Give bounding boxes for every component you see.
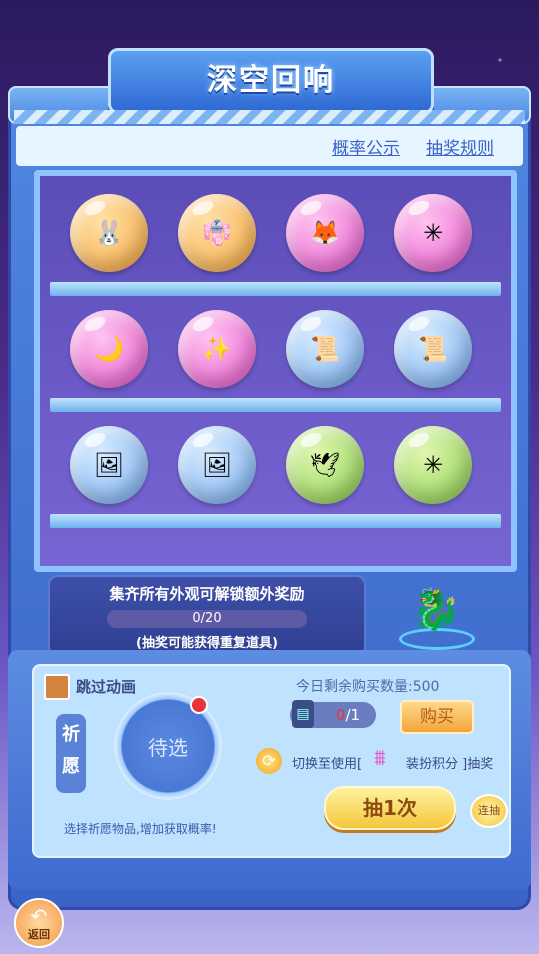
page-title: 深空回响 bbox=[207, 63, 335, 98]
ticket-count: 0/1 bbox=[320, 706, 376, 724]
prize-capsule[interactable]: 🦊 bbox=[286, 194, 364, 272]
prize-item-icon: ✨ bbox=[202, 335, 232, 363]
buy-button[interactable]: 购买 bbox=[400, 700, 474, 734]
prize-capsule[interactable]: 📜 bbox=[394, 310, 472, 388]
link-bar: 概率公示 抽奖规则 bbox=[16, 126, 523, 166]
prize-item-icon: ✳ bbox=[422, 451, 444, 479]
draw-panel: 跳过动画 祈愿 待选 选择祈愿物品,增加获取概率! 今日剩余购买数量:500 ▤… bbox=[8, 650, 531, 890]
prize-item-icon: 🦊 bbox=[310, 219, 340, 247]
switch-suffix: 装扮积分 ]抽奖 bbox=[406, 757, 494, 772]
prize-item-icon: 👘 bbox=[202, 219, 232, 247]
skip-animation-checkbox[interactable] bbox=[44, 674, 70, 700]
wish-tag: 祈愿 bbox=[56, 714, 86, 793]
ticket-need: /1 bbox=[345, 706, 361, 724]
prize-item-icon: 🖼 bbox=[93, 451, 125, 479]
shelf-plank bbox=[50, 398, 501, 412]
prize-capsule[interactable]: ✳ bbox=[394, 426, 472, 504]
back-label: 返回 bbox=[28, 928, 50, 941]
prize-cabinet[interactable]: 🐰 👘 🦊 ✳ 🌙 ✨ 📜 📜 🖼 🖼 🕊 ✳ bbox=[34, 170, 517, 572]
prize-capsule[interactable]: 🐰 bbox=[70, 194, 148, 272]
remaining-purchases: 今日剩余购买数量:500 bbox=[296, 679, 440, 695]
draw-multi-button[interactable]: 连抽 bbox=[470, 794, 508, 828]
prize-capsule[interactable]: 🖼 bbox=[70, 426, 148, 504]
bonus-reward[interactable]: 🐉 bbox=[393, 580, 475, 650]
shelf-plank bbox=[50, 514, 501, 528]
collection-title: 集齐所有外观可解锁额外奖励 bbox=[109, 585, 305, 603]
currency-switch: ⟳ 切换至使用[ ⩩ 装扮积分 ]抽奖 bbox=[256, 746, 511, 776]
shelf-row: 🖼 🖼 🕊 ✳ bbox=[50, 418, 501, 528]
collection-note: (抽奖可能获得重复道具) bbox=[136, 636, 278, 651]
gacha-machine: 深空回响 概率公示 抽奖规则 🐰 👘 🦊 ✳ 🌙 ✨ 📜 📜 🖼 🖼 🕊 ✳ 集齐所有外观可解锁额外奖… bbox=[8, 40, 531, 910]
prize-capsule[interactable]: ✳ bbox=[394, 194, 472, 272]
prize-capsule[interactable]: 📜 bbox=[286, 310, 364, 388]
prize-capsule[interactable]: 🖼 bbox=[178, 426, 256, 504]
collection-count: 0/20 bbox=[192, 611, 222, 626]
draw-panel-inner: 跳过动画 祈愿 待选 选择祈愿物品,增加获取概率! 今日剩余购买数量:500 ▤… bbox=[32, 664, 511, 858]
collection-progress: 集齐所有外观可解锁额外奖励 0/20 (抽奖可能获得重复道具) bbox=[48, 575, 366, 657]
prize-item-icon: 🌙 bbox=[94, 335, 124, 363]
ticket-icon: ▤ bbox=[292, 700, 314, 728]
skip-animation-label: 跳过动画 bbox=[76, 678, 137, 696]
prize-capsule[interactable]: 🕊 bbox=[286, 426, 364, 504]
comb-icon: ⩩ bbox=[374, 746, 386, 771]
probability-link[interactable]: 概率公示 bbox=[332, 134, 400, 159]
shelf-row: 🌙 ✨ 📜 📜 bbox=[50, 302, 501, 412]
prize-item-icon: 🕊 bbox=[309, 451, 341, 479]
prize-item-icon: 📜 bbox=[310, 335, 340, 363]
ticket-counter: ▤ 0/1 bbox=[290, 700, 376, 728]
draw-once-button[interactable]: 抽1次 bbox=[324, 786, 456, 830]
prize-item-icon: 🐰 bbox=[94, 219, 124, 247]
shelf-row: 🐰 👘 🦊 ✳ bbox=[50, 186, 501, 296]
notification-dot bbox=[190, 696, 208, 714]
rules-link[interactable]: 抽奖规则 bbox=[426, 134, 494, 159]
prize-capsule[interactable]: 👘 bbox=[178, 194, 256, 272]
switch-prefix: 切换至使用[ bbox=[292, 757, 363, 772]
switch-icon[interactable]: ⟳ bbox=[256, 748, 282, 774]
collection-progress-bar: 0/20 bbox=[107, 610, 307, 628]
prize-capsule[interactable]: ✨ bbox=[178, 310, 256, 388]
title-plate: 深空回响 bbox=[108, 48, 434, 114]
wish-pending-label: 待选 bbox=[148, 736, 188, 760]
dragon-icon: 🐉 bbox=[411, 587, 461, 633]
wish-hint: 选择祈愿物品,增加获取概率! bbox=[64, 822, 217, 836]
prize-capsule[interactable]: 🌙 bbox=[70, 310, 148, 388]
shelf-plank bbox=[50, 282, 501, 296]
back-arrow-icon: ↶ bbox=[30, 904, 48, 928]
prize-item-icon: 📜 bbox=[418, 335, 448, 363]
stripe-band bbox=[14, 110, 525, 124]
prize-item-icon: ✳ bbox=[422, 219, 444, 247]
prize-item-icon: 🖼 bbox=[201, 451, 233, 479]
back-button[interactable]: ↶ 返回 bbox=[14, 898, 64, 948]
